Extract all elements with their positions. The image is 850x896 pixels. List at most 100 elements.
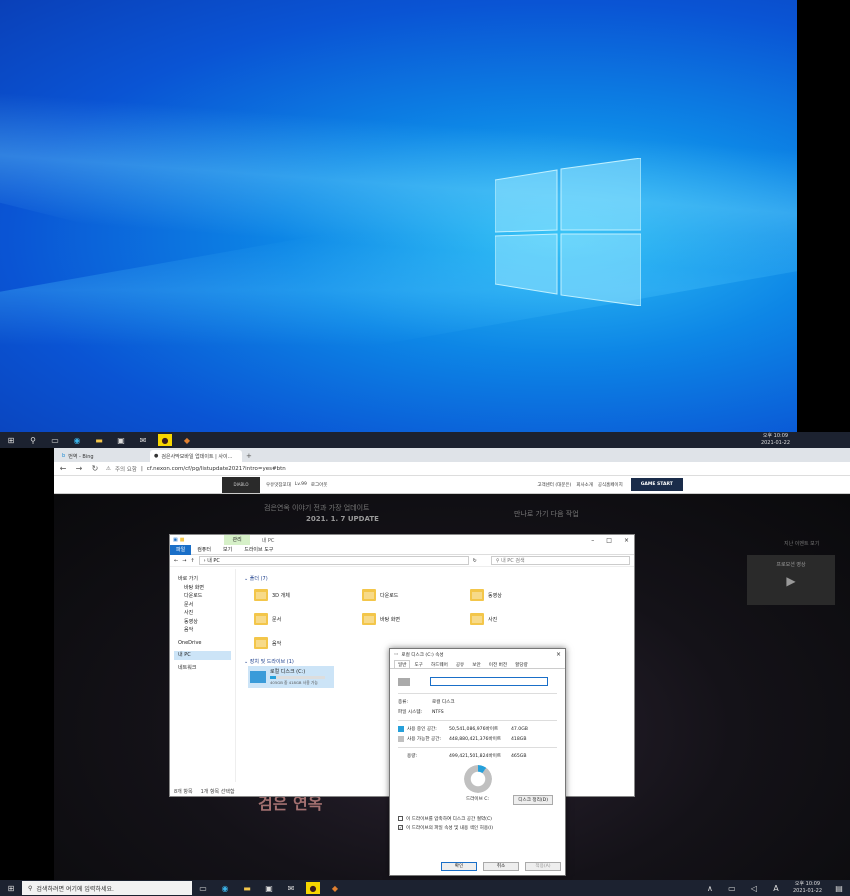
sidebar-item-downloads[interactable]: 다운로드 <box>174 592 231 601</box>
search-icon[interactable]: ⚲ <box>26 434 40 446</box>
forward-icon[interactable]: → <box>74 464 84 473</box>
folder-icon <box>362 613 376 625</box>
sidebar-item-this-pc[interactable]: 내 PC <box>174 651 231 660</box>
drive-c[interactable]: 로컬 디스크 (C:) 405GB 중 418GB 사용 가능 <box>248 666 334 688</box>
kakaotalk-icon[interactable]: ● <box>306 882 320 894</box>
dialog-titlebar: ▭ 로컬 디스크 (C:) 속성 × <box>394 651 561 658</box>
kakaotalk-icon[interactable]: ● <box>158 434 172 446</box>
close-icon[interactable]: × <box>556 651 561 658</box>
url-field[interactable]: ⚠ 주의 요함 | cf.nexon.com/cf/pg/listupdate2… <box>106 465 286 473</box>
game-icon[interactable]: ◆ <box>180 434 194 446</box>
ime-indicator[interactable]: A <box>769 882 783 894</box>
mail-icon[interactable]: ✉ <box>284 882 298 894</box>
apply-button[interactable]: 적용(A) <box>525 862 561 871</box>
drive-icon: ▭ <box>394 652 399 657</box>
site-logo[interactable]: DIABLO <box>222 476 260 493</box>
folder-3d-objects[interactable]: 3D 개체 <box>254 586 362 604</box>
folder-icon[interactable]: ■ <box>180 537 185 543</box>
store-icon[interactable]: ▣ <box>114 434 128 446</box>
sidebar-item-quick-access[interactable]: 바로 가기 <box>174 575 231 584</box>
play-icon: ▶ <box>786 574 796 588</box>
taskbar-search-input[interactable]: ⚲ 검색하려면 여기에 입력하세요. <box>22 881 192 895</box>
folder-music[interactable]: 음악 <box>254 634 362 652</box>
file-explorer-icon[interactable]: ▬ <box>92 434 106 446</box>
task-view-icon[interactable]: ▭ <box>196 882 210 894</box>
windows-start-icon[interactable]: ⊞ <box>4 434 18 446</box>
edge-icon[interactable]: ◉ <box>70 434 84 446</box>
sidebar-item-pictures[interactable]: 사진 <box>174 609 231 618</box>
folder-downloads[interactable]: 다운로드 <box>362 586 470 604</box>
index-checkbox[interactable]: ✓ 이 드라이브의 파일 속성 및 내용 색인 허용(I) <box>390 823 565 832</box>
browser-tab-bing[interactable]: b 번역 - Bing <box>58 450 150 462</box>
disk-cleanup-button[interactable]: 디스크 정리(D) <box>513 795 553 805</box>
ribbon-tab-computer[interactable]: 컴퓨터 <box>191 545 217 555</box>
browser-tab-active[interactable]: ● 검은사막모바일 업데이트 | 사이... <box>150 450 242 462</box>
tab-tools[interactable]: 도구 <box>410 660 426 668</box>
folder-icon <box>470 589 484 601</box>
edge-icon[interactable]: ◉ <box>218 882 232 894</box>
refresh-icon[interactable]: ↻ <box>473 558 477 564</box>
sidebar-item-music[interactable]: 음악 <box>174 626 231 635</box>
store-icon[interactable]: ▣ <box>262 882 276 894</box>
ok-button[interactable]: 확인 <box>441 862 477 871</box>
sidebar-item-onedrive[interactable]: OneDrive <box>174 639 231 648</box>
game-start-button[interactable]: GAME START <box>630 478 683 491</box>
folder-icon <box>254 613 268 625</box>
sidebar-item-desktop[interactable]: 바탕 화면 <box>174 584 231 593</box>
dialog-tabs: 일반 도구 하드웨어 공유 보안 이전 버전 할당량 <box>390 660 565 669</box>
tab-sharing[interactable]: 공유 <box>452 660 468 668</box>
folder-documents[interactable]: 문서 <box>254 610 362 628</box>
desktop-wallpaper <box>0 0 797 432</box>
tray-chevron-icon[interactable]: ∧ <box>703 882 717 894</box>
folder-icon <box>254 589 268 601</box>
quick-access-icon[interactable]: ▣ <box>173 537 178 543</box>
tab-quota[interactable]: 할당량 <box>511 660 532 668</box>
sidebar-item-videos[interactable]: 동영상 <box>174 618 231 627</box>
task-view-icon[interactable]: ▭ <box>48 434 62 446</box>
drive-label-input[interactable] <box>430 677 548 686</box>
ribbon-tab-file[interactable]: 파일 <box>170 544 192 555</box>
sidebar-item-network[interactable]: 네트워크 <box>174 664 231 673</box>
mail-icon[interactable]: ✉ <box>136 434 150 446</box>
explorer-search-input[interactable]: ⚲ 내 PC 검색 <box>490 556 630 565</box>
logout-link[interactable]: 로그아웃 <box>311 482 328 488</box>
new-tab-icon[interactable]: + <box>242 452 256 462</box>
volume-icon[interactable]: ◁ <box>747 882 761 894</box>
forward-icon[interactable]: → <box>182 558 186 564</box>
windows-start-icon[interactable]: ⊞ <box>4 882 18 894</box>
tab-security[interactable]: 보안 <box>468 660 484 668</box>
ribbon-tab-drive-tools[interactable]: 드라이브 도구 <box>238 545 279 555</box>
folders-grid: 3D 개체 다운로드 동영상 문서 바탕 화면 사진 음악 <box>254 586 628 652</box>
minimize-icon[interactable]: – <box>591 537 594 544</box>
folder-icon <box>362 589 376 601</box>
taskbar-clock[interactable]: 오후 10:09 2021-01-22 <box>761 432 790 448</box>
notification-icon[interactable]: ▤ <box>832 882 846 894</box>
ribbon-tab-view[interactable]: 보기 <box>217 545 238 555</box>
refresh-icon[interactable]: ↻ <box>90 464 100 473</box>
file-explorer-icon[interactable]: ▬ <box>240 882 254 894</box>
back-icon[interactable]: ← <box>58 464 68 473</box>
folders-group-header[interactable]: ⌄ 폴더 (7) <box>244 575 628 583</box>
sidebar-item-documents[interactable]: 문서 <box>174 601 231 610</box>
cancel-button[interactable]: 취소 <box>483 862 519 871</box>
tab-general[interactable]: 일반 <box>394 660 411 668</box>
back-icon[interactable]: ← <box>174 558 178 564</box>
drive-icon <box>250 671 266 683</box>
close-icon[interactable]: × <box>624 537 629 544</box>
up-icon[interactable]: ↑ <box>190 558 194 564</box>
explorer-titlebar: ▣ ■ 관리 내 PC – □ × <box>170 535 634 545</box>
folder-videos[interactable]: 동영상 <box>470 586 578 604</box>
promo-video[interactable]: 프로모션 영상 ▶ <box>747 555 835 605</box>
site-links: 고객센터 (대문은) 회사소개 공식홈페이지 <box>537 482 623 488</box>
path-field[interactable]: › 내 PC <box>198 556 469 565</box>
compress-checkbox[interactable]: 이 드라이브를 압축하여 디스크 공간 절약(C) <box>390 814 565 823</box>
taskbar-clock[interactable]: 오후 10:09 2021-01-22 <box>793 881 822 895</box>
tab-previous-versions[interactable]: 이전 버전 <box>485 660 511 668</box>
game-icon[interactable]: ◆ <box>328 882 342 894</box>
folder-desktop[interactable]: 바탕 화면 <box>362 610 470 628</box>
maximize-icon[interactable]: □ <box>606 537 612 544</box>
folder-pictures[interactable]: 사진 <box>470 610 578 628</box>
network-icon[interactable]: ▭ <box>725 882 739 894</box>
tab-hardware[interactable]: 하드웨어 <box>427 660 452 668</box>
drive-properties-dialog: ▭ 로컬 디스크 (C:) 속성 × 일반 도구 하드웨어 공유 보안 이전 버… <box>389 648 566 876</box>
